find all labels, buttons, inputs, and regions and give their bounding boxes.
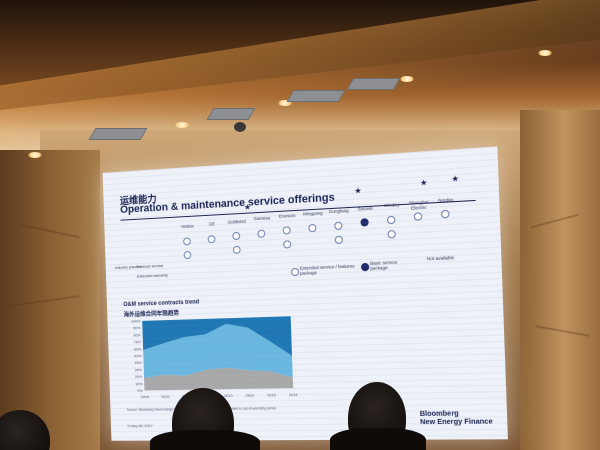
legend-partial: Extended service / features package: [299, 263, 355, 276]
y-tick-label: 0%: [137, 388, 143, 393]
vendor-label: Mingyang: [303, 210, 323, 217]
star-icon: ★: [354, 185, 362, 196]
legend-full: Basic service package: [370, 259, 398, 271]
offering-circle: [183, 250, 192, 260]
om-contracts-area-chart: 0% 10% 20% 30% 40% 50% 60% 70% 80% 90% 100% 2009 201…: [131, 316, 298, 399]
audience-shoulder: [330, 428, 426, 450]
slide-source-note: Source: Bloomberg New Energy Finance. No…: [126, 406, 277, 412]
legend-none: Not available: [426, 255, 455, 262]
ceiling-light: [538, 50, 552, 56]
air-vent: [286, 90, 346, 102]
y-tick-label: 30%: [135, 367, 143, 372]
vendor-label: Nordex: [438, 197, 454, 204]
x-tick-label: 2014: [245, 393, 255, 398]
y-tick-label: 20%: [135, 374, 143, 379]
projection-screen: 运维能力 Operation & maintenance service off…: [102, 146, 508, 441]
x-tick-label: 2015: [267, 392, 276, 397]
star-icon: ★: [243, 202, 252, 212]
air-vent: [88, 128, 148, 140]
x-tick-label: 2009: [141, 394, 149, 399]
right-wall: [520, 110, 600, 450]
y-tick-label: 100%: [131, 318, 141, 323]
vendor-label: GE: [208, 221, 216, 227]
offering-circle: [207, 234, 216, 243]
ceiling-light: [28, 152, 42, 158]
offering-circle: [232, 232, 241, 241]
bloomberg-logo: Bloomberg New Energy Finance: [420, 410, 493, 427]
conference-room-scene: 运维能力 Operation & maintenance service off…: [0, 0, 600, 450]
vendor-label: Dongfang: [328, 207, 349, 214]
audience-shoulder: [150, 430, 260, 450]
star-icon: ★: [451, 173, 460, 184]
air-vent: [346, 78, 401, 90]
x-tick-label: 2010: [161, 394, 169, 399]
ceiling-light: [400, 76, 414, 82]
slide-page-number: 9 May 08, 2017: [127, 423, 153, 429]
offering-circle: [413, 212, 423, 222]
offering-circle: [440, 209, 450, 219]
y-tick-label: 90%: [133, 325, 141, 330]
star-icon: ★: [419, 177, 428, 188]
y-tick-label: 60%: [134, 346, 142, 351]
vendor-label: Envision: [278, 213, 296, 220]
y-tick-label: 10%: [135, 381, 143, 386]
row-label: Contract service: [136, 262, 164, 269]
offering-circle: [308, 223, 317, 233]
offering-circle: [360, 218, 369, 227]
offering-circle: [387, 229, 396, 239]
chart-title-en: O&M service contracts trend: [123, 299, 200, 309]
legend-full-dot: [360, 262, 370, 272]
vendor-label: Vestas: [180, 223, 194, 230]
offering-circle: [334, 221, 343, 230]
offering-circle: [257, 229, 266, 238]
vendor-label: Goldwind: [227, 218, 246, 225]
x-tick-label: 2013: [224, 393, 233, 398]
offering-circle: [386, 215, 396, 225]
legend-partial-dot: [290, 267, 300, 277]
offering-circle: [232, 245, 241, 255]
row-label: Extended warranty: [136, 272, 168, 279]
ceiling-light: [175, 122, 189, 128]
vendor-label: Shanghai Electric: [408, 199, 429, 211]
vendor-label: Windey: [383, 202, 400, 209]
y-tick-label: 70%: [134, 339, 142, 344]
offering-circle: [282, 226, 291, 236]
y-tick-label: 50%: [134, 353, 142, 358]
brand-line-2: New Energy Finance: [419, 418, 493, 427]
y-tick-label: 80%: [133, 332, 141, 337]
offering-circle: [334, 235, 343, 244]
y-tick-label: 40%: [134, 360, 142, 365]
vendor-label: Sinovel: [357, 205, 373, 212]
offering-circle: [183, 237, 191, 246]
security-camera-icon: [234, 122, 246, 132]
air-vent: [206, 108, 256, 120]
x-tick-label: 2016: [289, 392, 298, 397]
vendor-label: Gamesa: [253, 215, 271, 222]
offering-circle: [283, 240, 292, 249]
